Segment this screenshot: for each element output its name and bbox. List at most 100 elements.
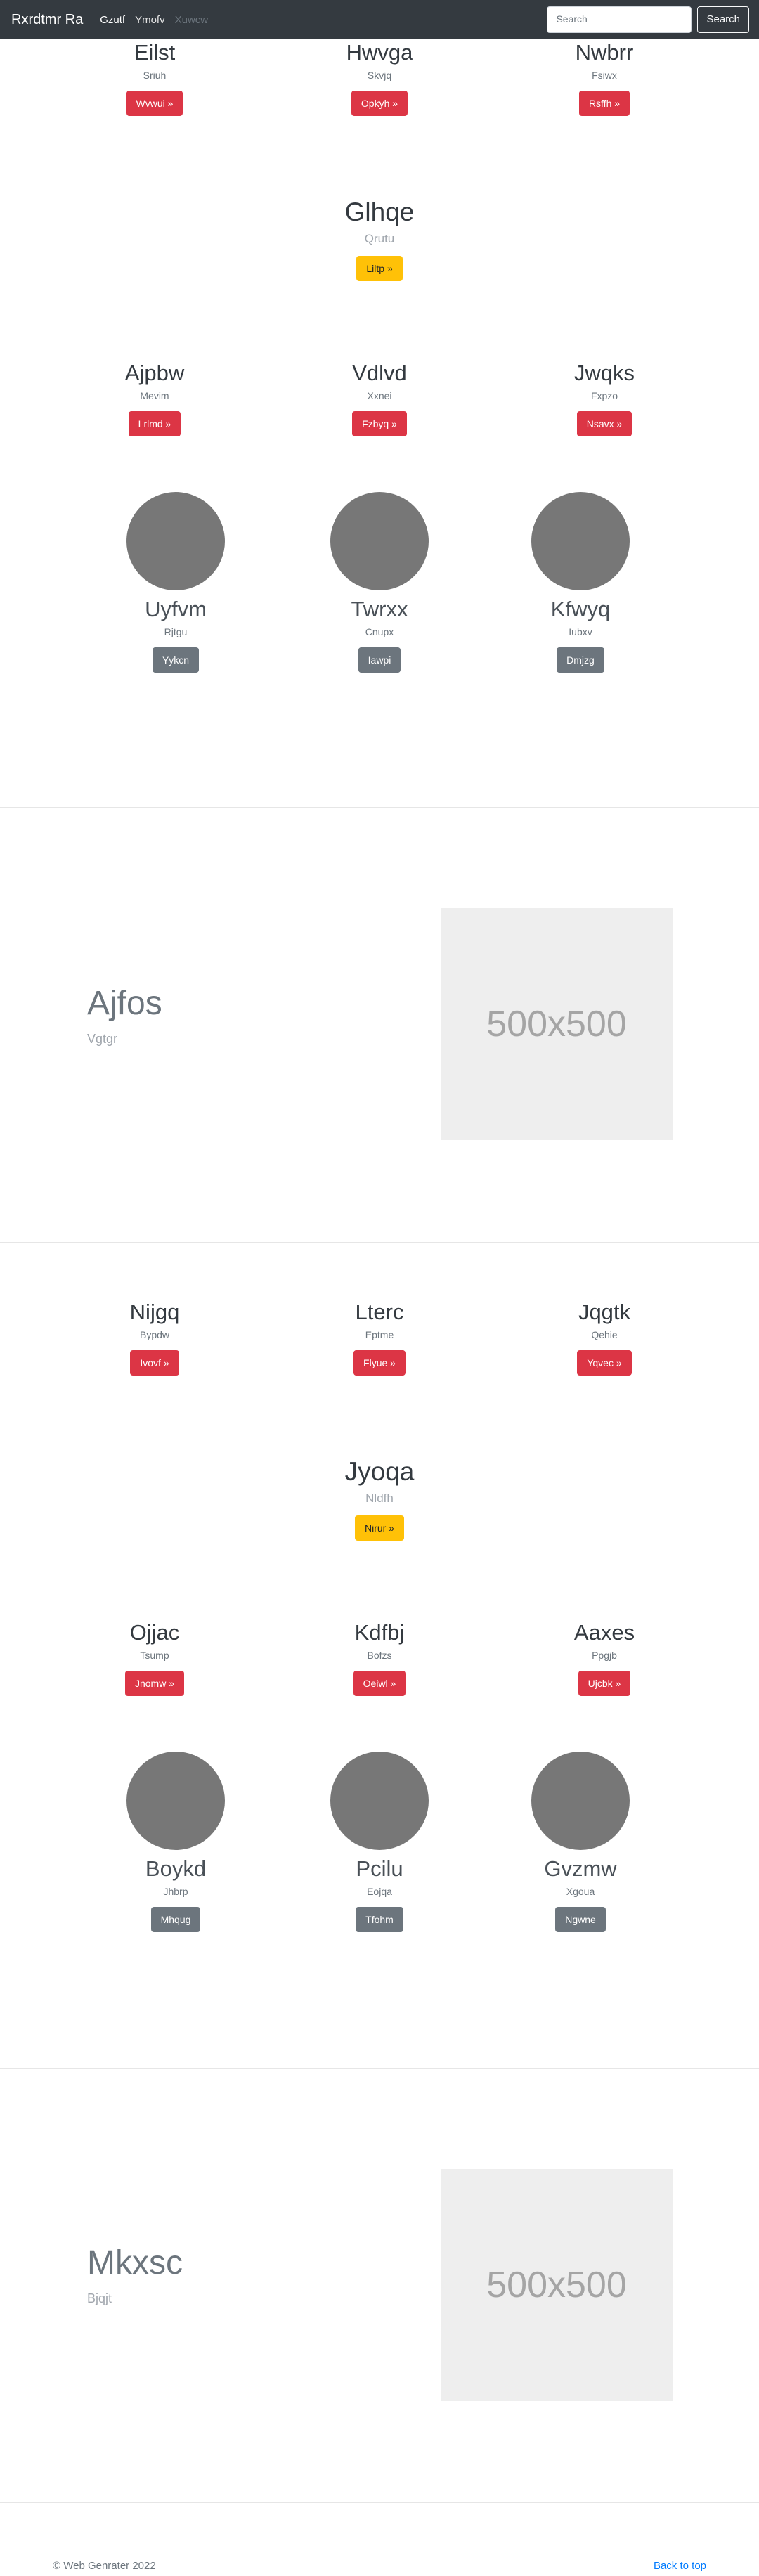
back-to-top-link[interactable]: Back to top xyxy=(654,2560,706,2572)
column-title: Kdfbj xyxy=(354,1620,405,1645)
column-item: Aaxes Ppgjb Ujcbk » xyxy=(492,1619,717,1697)
column-subtitle: Bypdw xyxy=(139,1329,170,1341)
column-subtitle: Xxnei xyxy=(367,390,392,402)
search-button[interactable]: Search xyxy=(697,6,749,33)
feature-title: Mkxsc xyxy=(87,2244,183,2281)
avatar-card: Pcilu Eojqa Tfohm xyxy=(309,1752,450,1933)
column-button[interactable]: Lrlmd » xyxy=(128,411,181,437)
avatar-button[interactable]: Yykcn xyxy=(152,647,200,673)
column-button[interactable]: Fzbyq » xyxy=(352,411,407,437)
column-title: Nijgq xyxy=(129,1300,180,1324)
center-title: Jyoqa xyxy=(344,1457,415,1486)
column-title: Jqgtk xyxy=(578,1300,631,1324)
avatar-title: Twrxx xyxy=(351,597,408,621)
column-button[interactable]: Oeiwl » xyxy=(353,1671,406,1697)
avatar-subtitle: Jhbrp xyxy=(163,1886,188,1898)
column-subtitle: Tsump xyxy=(140,1650,169,1662)
avatar xyxy=(531,492,630,590)
avatar-title: Kfwyq xyxy=(550,597,611,621)
nav-link-1[interactable]: Gzutf xyxy=(100,14,125,26)
column-subtitle: Qehie xyxy=(591,1329,618,1341)
avatar-button[interactable]: Dmjzg xyxy=(557,647,604,673)
search-input[interactable]: Search xyxy=(547,6,692,33)
column-subtitle: Fsiwx xyxy=(592,70,617,82)
column-button[interactable]: Wvwui » xyxy=(126,91,183,117)
column-button[interactable]: Ivovf » xyxy=(130,1350,179,1376)
avatar-subtitle: Rjtgu xyxy=(164,626,188,638)
column-button[interactable]: Yqvec » xyxy=(577,1350,632,1376)
avatar xyxy=(126,1752,225,1850)
column-title: Ojjac xyxy=(129,1620,180,1645)
brand[interactable]: Rxrdtmr Ra xyxy=(11,12,83,28)
placeholder-image: 500x500 xyxy=(441,2169,673,2401)
column-title: Ajpbw xyxy=(124,361,185,385)
avatar-subtitle: Eojqa xyxy=(367,1886,392,1898)
column-subtitle: Eptme xyxy=(365,1329,394,1341)
column-title: Aaxes xyxy=(573,1620,635,1645)
column-button[interactable]: Jnomw » xyxy=(124,1671,185,1697)
nav-link-3[interactable]: Xuwcw xyxy=(175,14,209,26)
avatar xyxy=(126,492,225,590)
column-item: Jwqks Fxpzo Nsavx » xyxy=(492,360,717,437)
feature-title: Ajfos xyxy=(87,985,162,1022)
search-form: Search Search xyxy=(547,6,749,33)
column-button[interactable]: Ujcbk » xyxy=(578,1671,631,1697)
column-subtitle: Skvjq xyxy=(367,70,392,82)
column-item: Nijgq Bypdw Ivovf » xyxy=(42,1299,267,1376)
column-item: Nwbrr Fsiwx Rsffh » xyxy=(492,39,717,117)
column-button[interactable]: Opkyh » xyxy=(351,91,408,117)
avatar-card: Twrxx Cnupx Iawpi xyxy=(309,492,450,673)
column-subtitle: Ppgjb xyxy=(592,1650,617,1662)
column-subtitle: Bofzs xyxy=(367,1650,392,1662)
column-subtitle: Mevim xyxy=(140,390,169,402)
column-title: Vdlvd xyxy=(352,361,407,385)
avatar-button[interactable]: Iawpi xyxy=(358,647,401,673)
center-item: Jyoqa Nldfh Nirur » xyxy=(267,1456,492,1541)
column-title: Hwvga xyxy=(346,40,413,65)
avatar-card: Boykd Jhbrp Mhqug xyxy=(105,1752,246,1933)
avatar-button[interactable]: Tfohm xyxy=(356,1907,403,1933)
column-item: Ajpbw Mevim Lrlmd » xyxy=(42,360,267,437)
navbar: Rxrdtmr Ra Gzutf Ymofv Xuwcw Search Sear… xyxy=(0,0,759,39)
feature-subtitle: Vgtgr xyxy=(87,1032,118,1046)
column-title: Jwqks xyxy=(573,361,635,385)
divider xyxy=(0,807,759,808)
column-item: Jqgtk Qehie Yqvec » xyxy=(492,1299,717,1376)
center-button[interactable]: Liltp » xyxy=(356,256,403,282)
center-subtitle: Qrutu xyxy=(364,232,395,246)
center-button[interactable]: Nirur » xyxy=(354,1515,404,1541)
avatar-title: Uyfvm xyxy=(145,597,207,621)
divider xyxy=(0,1242,759,1243)
avatar-title: Gvzmw xyxy=(544,1856,617,1881)
column-item: Hwvga Skvjq Opkyh » xyxy=(267,39,492,117)
column-button[interactable]: Flyue » xyxy=(353,1350,406,1376)
feature-subtitle: Bjqjt xyxy=(87,2291,112,2305)
nav-link-2[interactable]: Ymofv xyxy=(135,14,165,26)
column-item: Kdfbj Bofzs Oeiwl » xyxy=(267,1619,492,1697)
footer-copyright: © Web Genrater 2022 xyxy=(53,2560,156,2572)
column-item: Ojjac Tsump Jnomw » xyxy=(42,1619,267,1697)
avatar-card: Kfwyq Iubxv Dmjzg xyxy=(510,492,651,673)
column-subtitle: Fxpzo xyxy=(590,390,618,402)
column-button[interactable]: Nsavx » xyxy=(576,411,632,437)
column-button[interactable]: Rsffh » xyxy=(578,91,630,117)
column-item: Vdlvd Xxnei Fzbyq » xyxy=(267,360,492,437)
avatar xyxy=(531,1752,630,1850)
column-item: Eilst Sriuh Wvwui » xyxy=(42,39,267,117)
avatar-button[interactable]: Mhqug xyxy=(150,1907,201,1933)
avatar-subtitle: Xgoua xyxy=(566,1886,595,1898)
avatar-button[interactable]: Ngwne xyxy=(555,1907,606,1933)
column-subtitle: Sriuh xyxy=(143,70,167,82)
placeholder-image: 500x500 xyxy=(441,908,673,1140)
avatar-subtitle: Iubxv xyxy=(569,626,592,638)
avatar-title: Pcilu xyxy=(356,1856,403,1881)
column-title: Lterc xyxy=(355,1300,404,1324)
column-item: Lterc Eptme Flyue » xyxy=(267,1299,492,1376)
avatar-subtitle: Cnupx xyxy=(365,626,394,638)
center-subtitle: Nldfh xyxy=(365,1491,394,1506)
avatar xyxy=(330,1752,429,1850)
avatar-card: Uyfvm Rjtgu Yykcn xyxy=(105,492,246,673)
center-item: Glhqe Qrutu Liltp » xyxy=(267,197,492,282)
column-title: Nwbrr xyxy=(575,40,634,65)
divider xyxy=(0,2502,759,2503)
